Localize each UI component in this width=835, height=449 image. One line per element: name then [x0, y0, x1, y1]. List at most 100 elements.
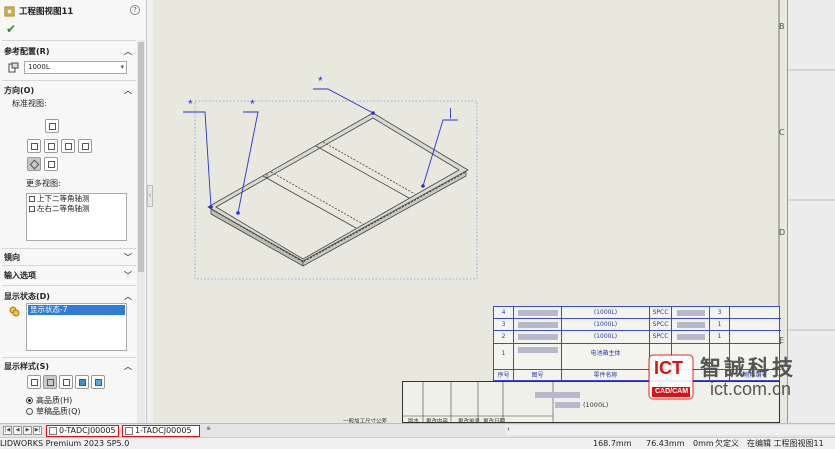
cell: SPCC	[650, 331, 672, 343]
editing-status: 在编辑 工程图视图11	[747, 439, 824, 448]
balloon-4[interactable]: |	[449, 107, 452, 119]
add-sheet-icon[interactable]: ⊕	[204, 426, 213, 435]
view-front-button[interactable]	[45, 119, 59, 133]
balloon-2[interactable]: *	[250, 97, 255, 111]
view-back-button[interactable]	[61, 139, 75, 153]
hidden-visible-icon	[47, 379, 54, 386]
checkbox[interactable]	[29, 206, 35, 212]
checkbox[interactable]	[29, 196, 35, 202]
cell: SPCC	[650, 319, 672, 331]
section-label: 参考配置(R)	[4, 47, 50, 56]
chevron-up-icon[interactable]: ︿	[124, 46, 132, 57]
view-top-button[interactable]	[27, 139, 41, 153]
balloon-1[interactable]: *	[188, 97, 193, 111]
horizontal-scrollbar[interactable]: ‹	[505, 425, 835, 435]
divider	[2, 40, 136, 41]
section-reference-config[interactable]: 参考配置(R) ︿	[4, 46, 132, 57]
view-isometric-button[interactable]	[27, 157, 41, 171]
cell: (1000L)	[562, 307, 650, 319]
radio-button[interactable]	[26, 408, 33, 415]
cell	[514, 344, 562, 370]
cell: 3	[710, 307, 730, 319]
chevron-up-icon[interactable]: ︿	[124, 291, 132, 302]
section-display-state[interactable]: 显示状态(D) ︿	[4, 291, 132, 302]
style-hidden-visible-button[interactable]	[43, 375, 57, 389]
shaded-edges-icon	[79, 379, 86, 386]
cell	[514, 319, 562, 331]
table-row: 2 (1000L) SPCC 1	[494, 331, 781, 344]
chevron-down-icon[interactable]: ﹀	[124, 270, 132, 281]
chevron-up-icon[interactable]: ︿	[124, 361, 132, 372]
balloon-3[interactable]: *	[318, 74, 323, 88]
radio-button[interactable]	[26, 397, 33, 404]
logo-sub: CAD/CAM	[655, 388, 689, 395]
section-label: 显示状态(D)	[4, 292, 50, 301]
config-select[interactable]: 1000L ▾	[24, 61, 127, 74]
table-row: 3 (1000L) SPCC 1	[494, 319, 781, 331]
tab-sheet-0[interactable]: 0-TADCJ00005	[46, 425, 119, 437]
divider	[2, 285, 136, 286]
list-item[interactable]: 左右二等角轴测	[27, 204, 126, 214]
section-display-style[interactable]: 显示样式(S) ︿	[4, 361, 132, 372]
chevron-down-icon[interactable]: ﹀	[124, 252, 132, 263]
list-item[interactable]: 上下二等角轴测	[27, 194, 126, 204]
view-right-button[interactable]	[44, 139, 58, 153]
panel-scrollbar[interactable]	[137, 40, 145, 423]
style-wireframe-button[interactable]	[27, 375, 41, 389]
logo-badge: ICT	[654, 358, 683, 378]
shaded-icon	[95, 379, 102, 386]
view-bottom-button[interactable]	[78, 139, 92, 153]
view-right-icon	[48, 143, 55, 150]
display-state-icon	[9, 306, 20, 317]
zone-label: B	[779, 22, 785, 31]
style-hidden-removed-button[interactable]	[59, 375, 73, 389]
section-label: 方向(O)	[4, 86, 35, 95]
first-sheet-button[interactable]: |◀	[3, 426, 12, 435]
status-bar: LIDWORKS Premium 2023 SP5.0 168.7mm 76.4…	[0, 437, 835, 449]
sheet-icon	[49, 427, 57, 435]
blur-field	[555, 402, 580, 409]
coord-y: 76.43mm	[646, 439, 685, 448]
hq-label: 高品质(H)	[36, 396, 73, 405]
cell: 2	[494, 331, 514, 343]
cell: (1000L)	[562, 319, 650, 331]
chevron-down-icon: ▾	[120, 63, 124, 71]
panel-title: 工程图视图11	[19, 7, 74, 17]
brand-name: 智誠科技	[700, 356, 796, 380]
display-state-list: 显示状态-7	[26, 303, 127, 351]
cell: 电池箱主体	[562, 344, 650, 370]
sheet-icon	[125, 427, 133, 435]
zone-label: D	[779, 228, 786, 237]
ok-button[interactable]: ✔	[6, 22, 16, 36]
cell: 4	[494, 307, 514, 319]
style-shaded-edges-button[interactable]	[75, 375, 89, 389]
help-icon[interactable]: ?	[130, 5, 140, 15]
scrollbar-thumb[interactable]	[138, 42, 144, 272]
hq-radio[interactable]: 高品质(H)	[26, 395, 72, 406]
last-sheet-button[interactable]: ▶|	[33, 426, 42, 435]
brand-watermark: ICT CAD/CAM 智誠科技 ict.com.cn	[648, 352, 828, 402]
style-shaded-button[interactable]	[91, 375, 105, 389]
more-views-label: 更多视图:	[26, 179, 61, 188]
drawing-view-icon	[4, 6, 15, 16]
draft-radio[interactable]: 草稿品质(Q)	[26, 406, 81, 417]
next-sheet-button[interactable]: ▶	[23, 426, 32, 435]
section-mirror[interactable]: 镜向 ﹀	[4, 252, 132, 263]
coord-z: 0mm	[693, 439, 714, 448]
more-views-list: 上下二等角轴测 左右二等角轴测	[26, 193, 127, 241]
coord-x: 168.7mm	[593, 439, 632, 448]
view-left-button[interactable]	[44, 157, 58, 171]
chevron-up-icon[interactable]: ︿	[124, 85, 132, 96]
section-orientation[interactable]: 方向(O) ︿	[4, 85, 132, 96]
prev-sheet-button[interactable]: ◀	[13, 426, 22, 435]
scroll-left-icon[interactable]: ‹	[507, 425, 510, 433]
isometric-frame[interactable]	[207, 112, 469, 267]
view-left-icon	[48, 161, 55, 168]
hidden-removed-icon	[63, 379, 70, 386]
divider	[2, 265, 136, 266]
blur-field	[535, 392, 580, 399]
tab-label: 1-TADCJ00005	[135, 426, 192, 435]
section-import-options[interactable]: 输入选项 ﹀	[4, 270, 132, 281]
list-item[interactable]: 显示状态-7	[28, 305, 125, 315]
tab-sheet-1[interactable]: 1-TADCJ00005	[122, 425, 200, 437]
